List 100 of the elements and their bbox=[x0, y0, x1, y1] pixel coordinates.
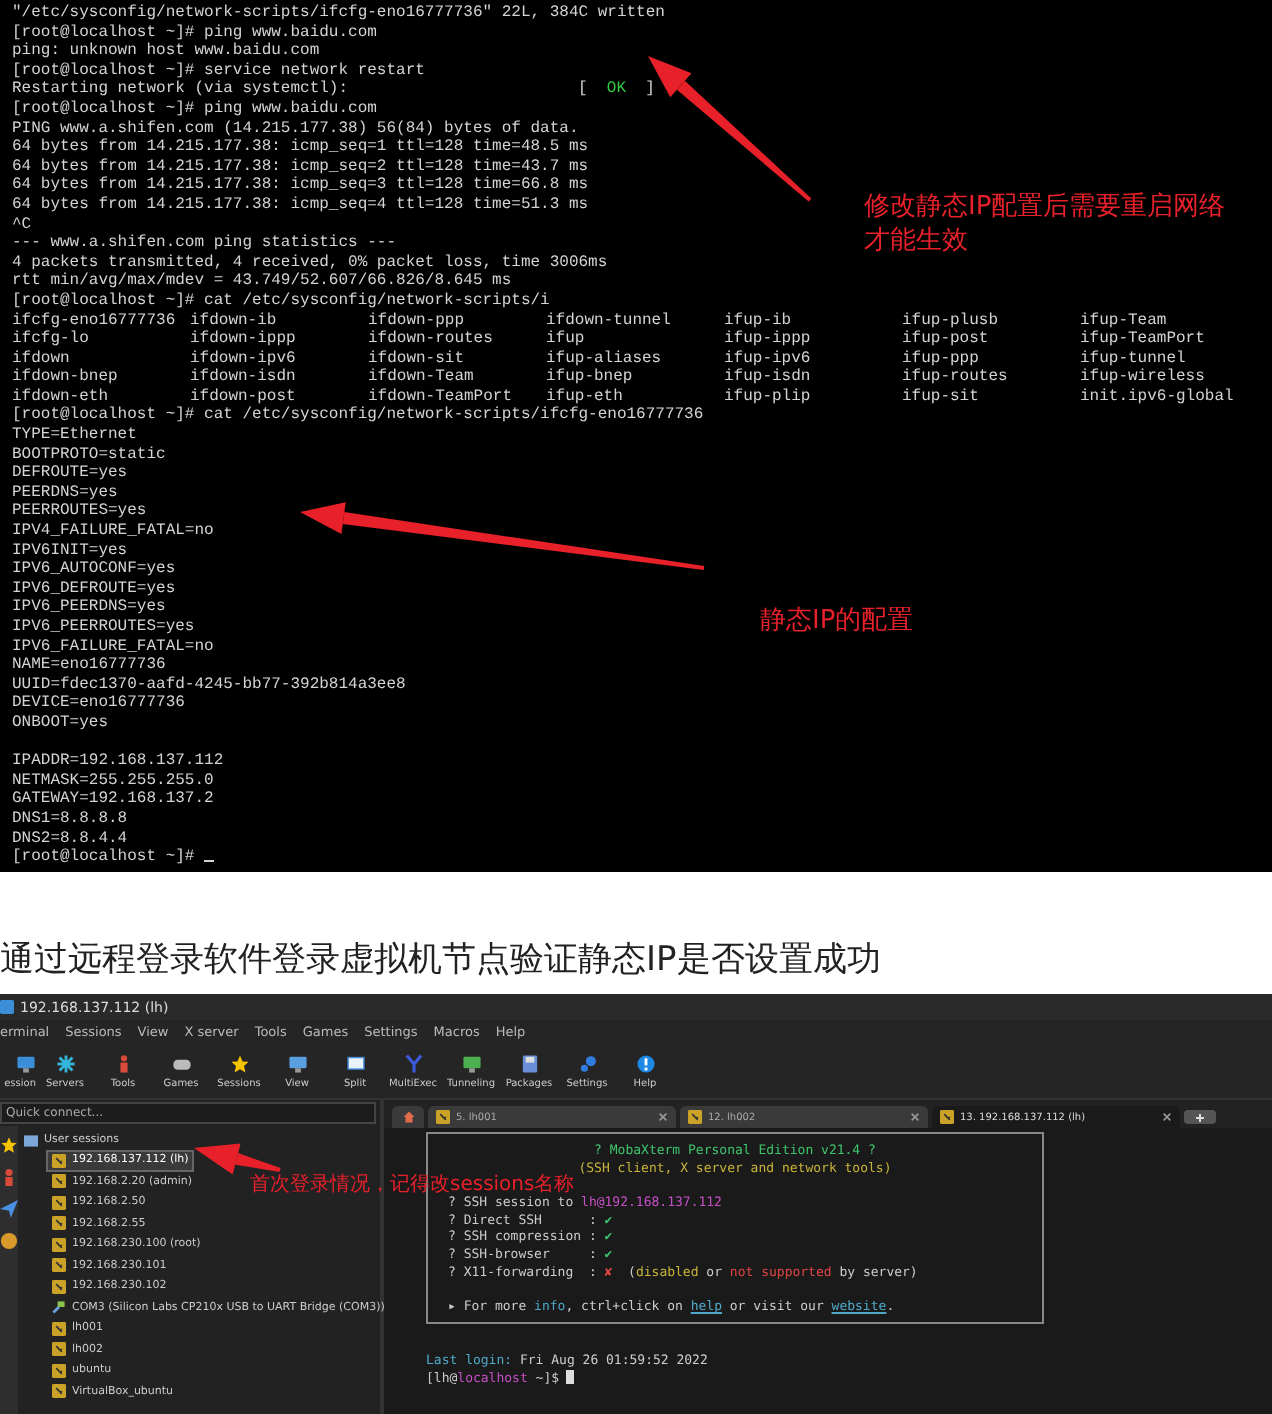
terminal-line: DEVICE=eno16777736 bbox=[12, 694, 185, 714]
file-name: ifup-ib bbox=[724, 311, 792, 330]
status-text: [ OK ] bbox=[578, 80, 655, 100]
terminal-line: ^C bbox=[12, 215, 32, 235]
app-icon bbox=[0, 1000, 14, 1014]
annotation-text: 修改静态IP配置后需要重启网络 bbox=[864, 190, 1226, 224]
file-name: ifup-sit bbox=[902, 387, 979, 407]
terminal-line: [root@localhost ~]# ping www.baidu.com bbox=[12, 23, 377, 42]
file-name: ifup-eth bbox=[546, 387, 623, 406]
file-name: ifup-wireless bbox=[1080, 368, 1205, 388]
home-tab[interactable] bbox=[392, 1106, 424, 1128]
star-icon bbox=[229, 1053, 249, 1073]
help-icon bbox=[635, 1053, 655, 1073]
plug-icon bbox=[52, 1300, 66, 1315]
plus-icon bbox=[1196, 1113, 1204, 1121]
window-icon bbox=[345, 1053, 365, 1073]
key-icon bbox=[436, 1110, 450, 1124]
key-icon bbox=[52, 1363, 66, 1378]
monitor-icon bbox=[287, 1053, 307, 1073]
terminal-line: Restarting network (via systemctl): bbox=[12, 80, 351, 100]
key-icon bbox=[52, 1342, 66, 1357]
key-icon bbox=[52, 1384, 66, 1399]
circle-icon[interactable] bbox=[0, 1232, 18, 1250]
terminal-line: ONBOOT=yes bbox=[12, 713, 109, 734]
file-name: ifup-tunnel bbox=[1080, 349, 1186, 368]
key-icon bbox=[52, 1216, 66, 1231]
terminal-line: IPV6INIT=yes bbox=[12, 541, 128, 561]
terminal-line: IPADDR=192.168.137.112 bbox=[12, 752, 224, 772]
terminal-prompt: [root@localhost ~]# bbox=[12, 848, 197, 868]
annotation-text: 才能生效 bbox=[864, 224, 970, 258]
key-icon bbox=[940, 1110, 954, 1124]
terminal-line: [root@localhost ~]# cat /etc/sysconfig/network-scripts/ifcfg-eno16777736 bbox=[12, 406, 704, 426]
terminal-line: DEFROUTE=yes bbox=[12, 464, 128, 484]
monitor-icon bbox=[461, 1053, 481, 1073]
terminal-line: PEERDNS=yes bbox=[12, 483, 118, 503]
file-name: init.ipv6-global bbox=[1080, 387, 1234, 407]
file-name: ifup-routes bbox=[902, 368, 1008, 388]
terminal-line: 64 bytes from 14.215.177.38: icmp_seq=1 ttl=128 time=48.5 ms bbox=[12, 138, 589, 158]
file-name: ifdown-post bbox=[190, 387, 296, 406]
key-icon bbox=[52, 1258, 66, 1273]
file-name: ifdown-eth bbox=[12, 387, 109, 406]
close-icon[interactable] bbox=[658, 1112, 668, 1122]
file-name: ifdown-bnep bbox=[12, 368, 118, 388]
file-name: ifdown-ppp bbox=[368, 311, 465, 330]
terminal-line: [root@localhost ~]# service network restart bbox=[12, 61, 425, 80]
file-name: ifup-TeamPort bbox=[1080, 330, 1205, 350]
terminal-line: 64 bytes from 14.215.177.38: icmp_seq=3 ttl=128 time=66.8 ms bbox=[12, 176, 589, 196]
terminal-line: UUID=fdec1370-aafd-4245-bb77-392b814a3ee8 bbox=[12, 675, 406, 695]
star-icon[interactable] bbox=[0, 1136, 18, 1154]
terminal-line: IPV6_PEERROUTES=yes bbox=[12, 618, 195, 638]
key-icon bbox=[52, 1321, 66, 1336]
terminal-line: DNS1=8.8.8.8 bbox=[12, 809, 128, 830]
caption-text: 通过远程登录软件登录虚拟机节点验证静态IP是否设置成功 bbox=[0, 938, 881, 982]
file-name: ifdown-sit bbox=[368, 349, 465, 368]
monitor-icon bbox=[16, 1053, 36, 1073]
file-name: ifup-bnep bbox=[546, 368, 633, 388]
file-name: ifcfg-lo bbox=[12, 330, 89, 350]
house-icon bbox=[401, 1110, 415, 1124]
file-name: ifdown bbox=[12, 349, 70, 368]
file-name: ifdown-Team bbox=[368, 368, 474, 388]
file-name: ifup-ipv6 bbox=[724, 349, 811, 368]
close-icon[interactable] bbox=[910, 1112, 920, 1122]
terminal-line: --- www.a.shifen.com ping statistics --- bbox=[12, 234, 397, 254]
terminal-line: IPV6_FAILURE_FATAL=no bbox=[12, 637, 214, 657]
file-name: ifup-ppp bbox=[902, 349, 979, 368]
new-tab-button[interactable] bbox=[1184, 1110, 1216, 1124]
terminal-line: 4 packets transmitted, 4 received, 0% packet loss, time 3006ms bbox=[12, 253, 608, 272]
file-name: ifup-post bbox=[902, 330, 989, 350]
file-name: ifdown-TeamPort bbox=[368, 387, 513, 406]
terminal-line: GATEWAY=192.168.137.2 bbox=[12, 790, 214, 810]
file-name: ifup bbox=[546, 330, 585, 350]
terminal-line: IPV4_FAILURE_FATAL=no bbox=[12, 522, 214, 542]
file-name: ifup-isdn bbox=[724, 368, 811, 388]
key-icon bbox=[52, 1174, 66, 1189]
annotation-text: 首次登录情况，记得改sessions名称 bbox=[250, 1171, 575, 1196]
terminal-line: BOOTPROTO=static bbox=[12, 445, 166, 465]
file-name: ifup-plip bbox=[724, 387, 811, 407]
terminal-line: NAME=eno16777736 bbox=[12, 656, 166, 676]
file-name: ifup-ippp bbox=[724, 330, 811, 350]
cursor bbox=[566, 1369, 575, 1384]
terminal-line: rtt min/avg/max/mdev = 43.749/52.607/66.826/8.645 ms bbox=[12, 272, 512, 292]
file-name: ifdown-tunnel bbox=[546, 311, 671, 330]
key-icon bbox=[52, 1237, 66, 1252]
terminal-line: "/etc/sysconfig/network-scripts/ifcfg-eno16777736" 22L, 384C written bbox=[12, 4, 665, 24]
file-name: ifup-Team bbox=[1080, 311, 1167, 330]
terminal-line: IPV6_PEERDNS=yes bbox=[12, 598, 166, 618]
terminal-line: NETMASK=255.255.255.0 bbox=[12, 771, 214, 791]
key-icon bbox=[52, 1195, 66, 1210]
file-name: ifup-plusb bbox=[902, 311, 999, 330]
terminal-line: IPV6_AUTOCONF=yes bbox=[12, 560, 176, 580]
cursor bbox=[204, 859, 215, 863]
terminal-line: IPV6_DEFROUTE=yes bbox=[12, 579, 176, 599]
terminal-line: PING www.a.shifen.com (14.215.177.38) 56(84) bytes of data. bbox=[12, 119, 579, 138]
arrow bbox=[194, 1143, 281, 1175]
terminal-line: [root@localhost ~]# ping www.baidu.com bbox=[12, 99, 377, 120]
file-name: ifdown-ipv6 bbox=[190, 349, 296, 368]
close-icon[interactable] bbox=[1162, 1112, 1172, 1122]
terminal-line: [root@localhost ~]# cat /etc/sysconfig/network-scripts/i bbox=[12, 291, 550, 311]
send-icon[interactable] bbox=[0, 1200, 18, 1218]
file-name: ifdown-routes bbox=[368, 330, 493, 350]
